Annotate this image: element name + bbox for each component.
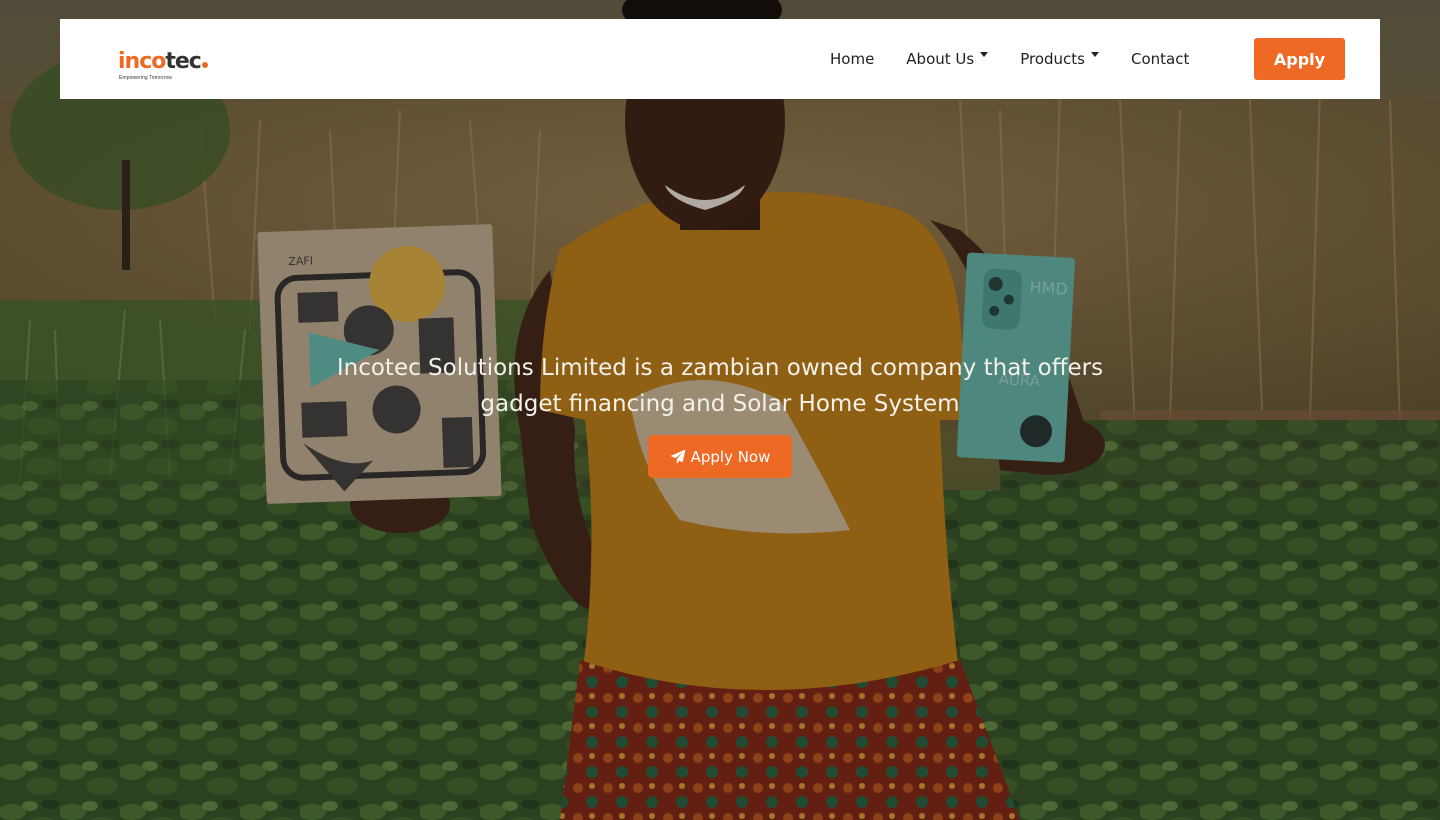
nav-item-label: About Us <box>906 50 975 68</box>
hero-headline-line1: Incotec Solutions Limited is a zambian o… <box>336 355 1104 381</box>
caret-down-icon <box>980 51 989 57</box>
logo-part1: inco <box>118 49 166 74</box>
hero-headline: Incotec Solutions Limited is a zambian o… <box>220 350 1220 422</box>
nav-item-about-us[interactable]: About Us <box>906 50 989 68</box>
logo-wordmark: incotec <box>118 49 208 75</box>
caret-down-icon <box>1091 51 1099 57</box>
nav-item-label: Contact <box>1131 50 1190 68</box>
hero-headline-line2: gadget financing and Solar Home System <box>480 391 960 417</box>
nav-item-label: Products <box>1020 50 1085 68</box>
logo-dot-icon <box>201 62 208 68</box>
paper-plane-icon <box>670 449 686 464</box>
apply-now-button[interactable]: Apply Now <box>648 435 792 478</box>
logo-part2: tec <box>165 49 201 74</box>
nav-links: Home About Us Products Contact <box>830 19 1221 99</box>
logo-tagline: Empowering Tomorrow <box>119 75 172 81</box>
brand-logo[interactable]: incotec Empowering Tomorrow <box>118 49 218 81</box>
nav-item-products[interactable]: Products <box>1020 50 1099 68</box>
apply-now-label: Apply Now <box>690 447 771 466</box>
nav-item-label: Home <box>830 50 875 68</box>
navbar: incotec Empowering Tomorrow Home About U… <box>60 19 1380 99</box>
nav-item-contact[interactable]: Contact <box>1131 50 1189 68</box>
apply-button[interactable]: Apply <box>1254 38 1345 80</box>
nav-item-home[interactable]: Home <box>830 50 874 68</box>
